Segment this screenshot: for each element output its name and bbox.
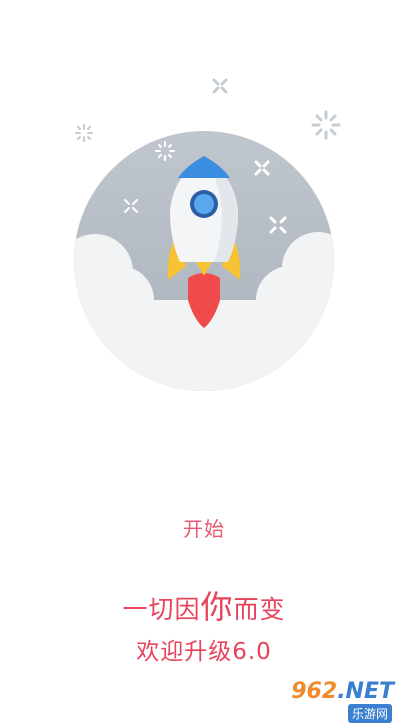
slogan-line-1: 一切因你而变 — [0, 590, 408, 627]
watermark-site: 962.NET — [291, 679, 394, 704]
rocket-illustration — [74, 78, 341, 391]
watermark-suffix: .NET — [337, 679, 394, 704]
sparkle-icon — [212, 78, 228, 94]
slogan-text: 而变 — [233, 595, 286, 624]
watermark-logo: 962.NET 乐游网 — [272, 679, 402, 723]
start-button[interactable]: 开始 — [0, 513, 408, 542]
slogan-emphasis: 你 — [200, 588, 234, 626]
slogan-line-2: 欢迎升级6.0 — [136, 639, 272, 665]
slogan-text: 一切因 — [122, 595, 201, 624]
sparkle-icon — [311, 110, 341, 140]
sparkle-icon — [75, 124, 93, 142]
watermark-name: 乐游网 — [347, 704, 392, 723]
watermark-number: 962 — [291, 679, 338, 704]
upgrade-welcome-screen: 开始 一切因你而变 欢迎升级6.0 962.NET 乐游网 — [0, 0, 408, 727]
